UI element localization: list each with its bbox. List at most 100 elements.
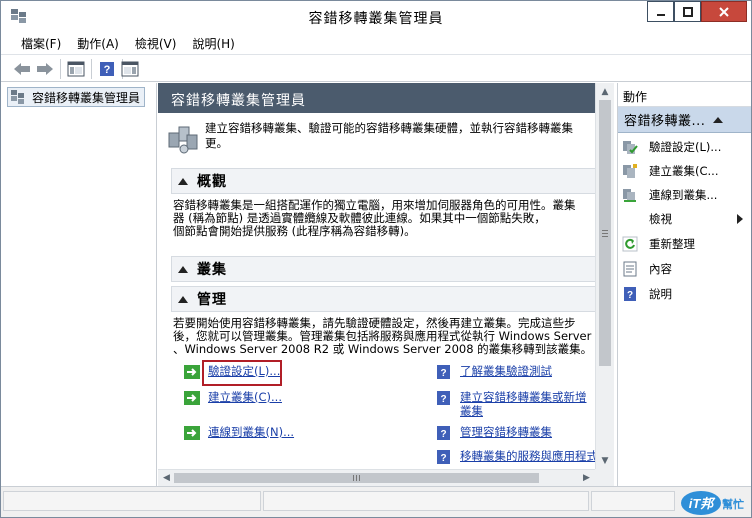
minimize-button[interactable] [647, 1, 674, 22]
help-icon: ? [624, 287, 636, 301]
menu-file[interactable]: 檔案(F) [15, 33, 67, 54]
intro-block: 建立容錯移轉叢集、驗證可能的容錯移轉叢集硬體，並執行容錯移轉叢集 更。 [167, 119, 595, 159]
actions-pane: 動作 容錯移轉叢... 驗證設定(L)... 建立叢集(C... 連線到叢集..… [617, 83, 751, 486]
show-hide-action-pane-button[interactable] [119, 58, 141, 80]
ithome-logo-icon: iT邦 幫忙 [681, 491, 744, 515]
migrate-services-link[interactable]: ? 移轉叢集的服務與應用程式 [436, 449, 595, 465]
manage-failover-cluster-link[interactable]: ? 管理容錯移轉叢集 [436, 425, 552, 441]
action-label: 連線到叢集... [649, 188, 718, 202]
status-cell [591, 491, 675, 511]
center-pane: 容錯移轉叢集管理員 建立容錯移轉叢集、驗證可能的容錯移轉叢集硬體，並執行容錯移轉… [158, 83, 614, 486]
maximize-button[interactable] [674, 1, 701, 22]
back-button[interactable] [11, 58, 33, 80]
action-label: 說明 [649, 287, 672, 301]
green-arrow-icon [184, 365, 200, 379]
action-label: 建立叢集(C... [649, 164, 719, 178]
menu-view[interactable]: 檢視(V) [129, 33, 183, 54]
intro-line: 建立容錯移轉叢集、驗證可能的容錯移轉叢集硬體，並執行容錯移轉叢集 [205, 121, 573, 135]
link-line: 叢集 [460, 404, 483, 418]
svg-text:iT邦: iT邦 [689, 496, 717, 511]
action-validate-config[interactable]: 驗證設定(L)... [618, 135, 751, 159]
window-title: 容錯移轉叢集管理員 [308, 11, 444, 27]
text-line: 、Windows Server 2008 R2 或 Windows Server… [173, 342, 593, 356]
svg-text:?: ? [440, 453, 446, 464]
svg-text:?: ? [440, 394, 446, 405]
status-bar [1, 486, 751, 517]
scroll-thumb[interactable] [174, 473, 539, 483]
tree-node-cluster-manager[interactable]: 容錯移轉叢集管理員 [7, 87, 146, 107]
clusters-section-header[interactable]: 叢集 [171, 256, 595, 282]
minimize-icon [656, 13, 665, 16]
console-tree: 容錯移轉叢集管理員 [1, 83, 157, 486]
action-view[interactable]: 檢視 [618, 207, 751, 231]
menu-action[interactable]: 動作(A) [71, 33, 125, 54]
link-text[interactable]: 管理容錯移轉叢集 [460, 425, 552, 439]
watermark-logo: iT邦 幫忙 [679, 489, 749, 517]
center-pane-title: 容錯移轉叢集管理員 [158, 83, 595, 113]
svg-text:?: ? [440, 429, 446, 440]
action-refresh[interactable]: 重新整理 [618, 232, 751, 256]
actions-group-title: 容錯移轉叢... [624, 114, 706, 129]
close-button[interactable] [701, 1, 747, 22]
overview-section: 概觀 容錯移轉叢集是一組搭配運作的獨立電腦，用來增加伺服器角色的可用性。叢集 器… [171, 168, 595, 238]
collapse-triangle-icon [178, 177, 188, 185]
intro-text: 建立容錯移轉叢集、驗證可能的容錯移轉叢集硬體，並執行容錯移轉叢集 更。 [205, 121, 595, 151]
title-bar[interactable]: 容錯移轉叢集管理員 [1, 1, 751, 32]
vertical-scrollbar[interactable]: ▲ ▼ [595, 83, 614, 469]
horizontal-scrollbar[interactable]: ◀ ▶ [158, 469, 595, 486]
center-pane-content: 建立容錯移轉叢集、驗證可能的容錯移轉叢集硬體，並執行容錯移轉叢集 更。 概觀 容… [158, 113, 595, 469]
link-text[interactable]: 了解叢集驗證測試 [460, 364, 552, 378]
create-cluster-icon [623, 164, 637, 178]
tree-node-label: 容錯移轉叢集管理員 [32, 90, 141, 105]
show-hide-tree-button[interactable] [65, 58, 87, 80]
collapse-triangle-icon [178, 295, 188, 303]
link-text[interactable]: 建立容錯移轉叢集或新增 叢集 [460, 390, 587, 418]
svg-text:?: ? [627, 290, 633, 301]
green-arrow-icon [184, 391, 200, 405]
menu-bar: 檔案(F) 動作(A) 檢視(V) 說明(H) [1, 32, 751, 54]
scroll-right-button[interactable]: ▶ [578, 470, 595, 486]
overview-text: 容錯移轉叢集是一組搭配運作的獨立電腦，用來增加伺服器角色的可用性。叢集 器 (稱… [171, 194, 593, 238]
scroll-thumb[interactable] [599, 100, 611, 366]
action-create-cluster[interactable]: 建立叢集(C... [618, 159, 751, 183]
action-properties[interactable]: 內容 [618, 257, 751, 281]
forward-arrow-icon [37, 63, 53, 75]
link-text[interactable]: 連線到叢集(N)... [208, 425, 294, 439]
green-arrow-icon [184, 426, 200, 440]
link-line: 建立容錯移轉叢集或新增 [460, 390, 587, 404]
overview-section-header[interactable]: 概觀 [171, 168, 595, 194]
link-text[interactable]: 移轉叢集的服務與應用程式 [460, 449, 595, 463]
action-label: 重新整理 [649, 237, 695, 251]
section-title: 叢集 [197, 262, 227, 278]
text-line: 個節點會開始提供服務 (此程序稱為容錯移轉)。 [173, 224, 416, 238]
management-section: 管理 若要開始使用容錯移轉叢集，請先驗證硬體設定，然後再建立叢集。完成這些步 後… [171, 286, 595, 356]
help-button[interactable]: ? [96, 58, 118, 80]
create-cluster-link[interactable]: 建立叢集(C)... [184, 390, 282, 406]
connect-cluster-link[interactable]: 連線到叢集(N)... [184, 425, 294, 441]
learn-validation-tests-link[interactable]: ? 了解叢集驗證測試 [436, 364, 552, 380]
menu-help[interactable]: 說明(H) [186, 33, 240, 54]
action-help[interactable]: ? 說明 [618, 282, 751, 306]
app-window: 容錯移轉叢集管理員 檔案(F) 動作(A) 檢視(V) 說明(H) ? 容錯移轉… [0, 0, 752, 518]
blank-icon [622, 211, 638, 227]
link-text[interactable]: 建立叢集(C)... [208, 390, 282, 404]
scroll-down-button[interactable]: ▼ [596, 452, 614, 469]
back-arrow-icon [14, 63, 30, 75]
scroll-up-button[interactable]: ▲ [596, 83, 614, 100]
management-text: 若要開始使用容錯移轉叢集，請先驗證硬體設定，然後再建立叢集。完成這些步 後，您就… [171, 312, 593, 356]
management-section-header[interactable]: 管理 [171, 286, 595, 312]
action-label: 內容 [649, 262, 672, 276]
collapse-triangle-icon [178, 265, 188, 273]
highlight-box [202, 360, 282, 386]
create-or-add-cluster-link[interactable]: ? 建立容錯移轉叢集或新增 叢集 [436, 390, 587, 418]
validate-cluster-icon [623, 141, 638, 154]
action-connect-cluster[interactable]: 連線到叢集... [618, 183, 751, 207]
status-cell [263, 491, 589, 511]
actions-group-header[interactable]: 容錯移轉叢... [618, 107, 751, 133]
forward-button[interactable] [34, 58, 56, 80]
scroll-left-button[interactable]: ◀ [158, 470, 175, 486]
toolbar-separator [91, 59, 92, 79]
maximize-icon [682, 6, 693, 17]
show-tree-icon [67, 61, 85, 77]
intro-line: 更。 [205, 136, 228, 150]
